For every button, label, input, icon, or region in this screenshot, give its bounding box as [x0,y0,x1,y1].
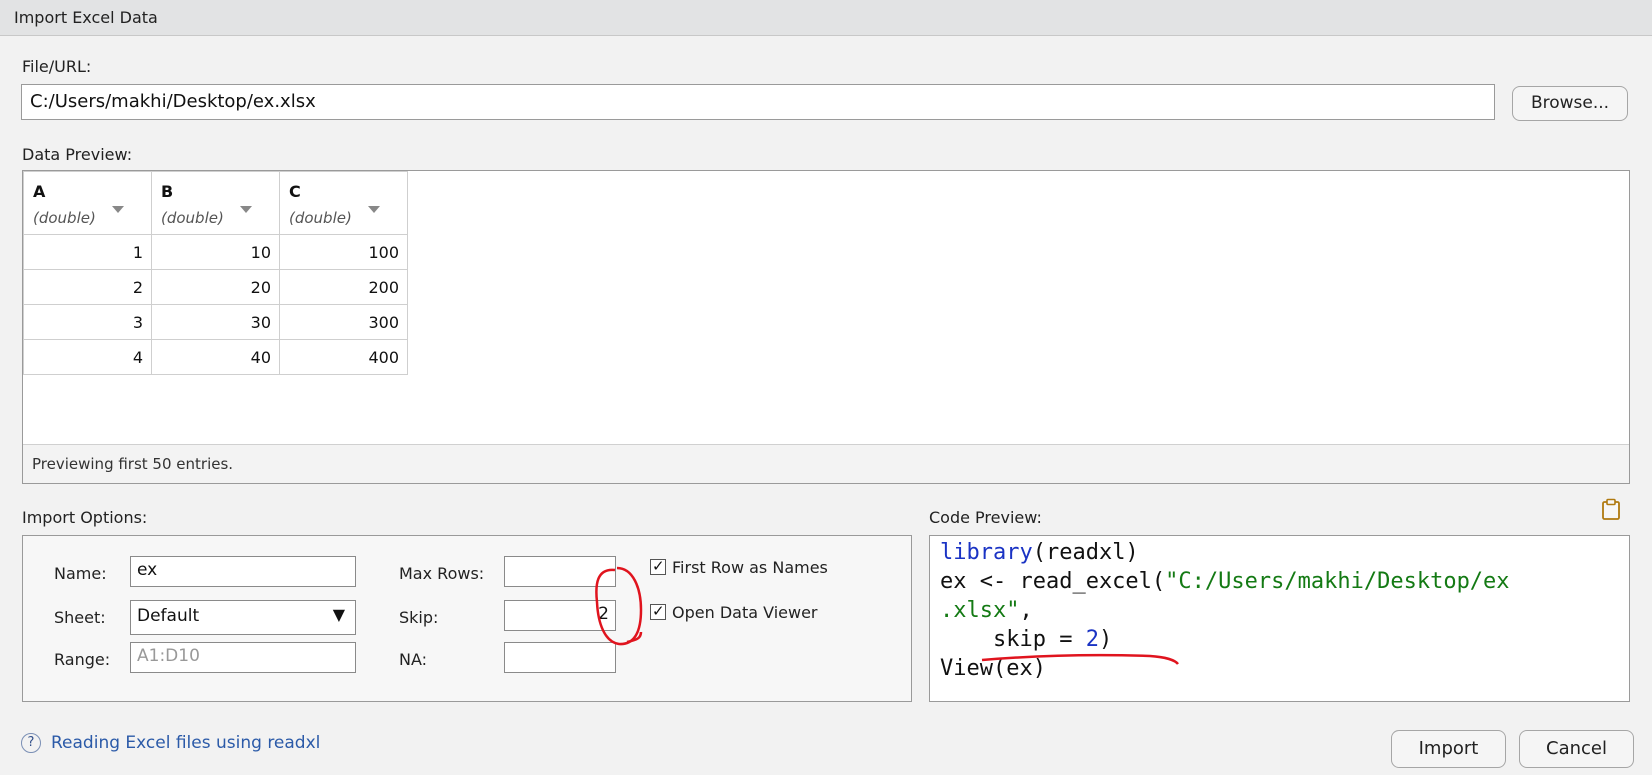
table-cell: 3 [23,304,152,340]
column-type-dropdown-icon[interactable] [368,206,380,213]
window-titlebar: Import Excel Data [0,0,1652,36]
preview-table: A (double) B (double) C (double) 1 10 10… [23,171,408,375]
preview-footer-text: Previewing first 50 entries. [32,455,234,473]
column-header-a[interactable]: A (double) [23,171,152,235]
sheet-selected-value: Default [137,606,200,626]
code-line-4: skip = 2) [940,627,1113,652]
table-cell: 1 [23,234,152,270]
table-row: 3 30 300 [23,304,408,340]
column-header-c[interactable]: C (double) [279,171,408,235]
first-row-label: First Row as Names [672,558,828,577]
table-cell: 100 [279,234,408,270]
open-viewer-label: Open Data Viewer [672,603,818,622]
table-cell: 200 [279,269,408,305]
column-type-dropdown-icon[interactable] [112,206,124,213]
skip-annotation-underline [981,653,1179,665]
max-rows-label: Max Rows: [399,564,485,583]
file-url-input[interactable]: C:/Users/makhi/Desktop/ex.xlsx [21,84,1495,120]
table-cell: 20 [151,269,280,305]
table-cell: 40 [151,339,280,375]
cancel-button[interactable]: Cancel [1519,730,1634,768]
code-line-3: .xlsx", [940,598,1033,623]
import-options-panel: Name: ex Sheet: Default ▼ Range: A1:D10 … [22,535,912,702]
code-preview-panel: library(readxl) ex <- read_excel("C:/Use… [929,535,1630,702]
sheet-select[interactable]: Default ▼ [130,600,356,635]
window-title: Import Excel Data [14,8,158,27]
table-cell: 2 [23,269,152,305]
table-cell: 10 [151,234,280,270]
table-row: 2 20 200 [23,269,408,305]
table-cell: 4 [23,339,152,375]
table-cell: 30 [151,304,280,340]
table-row: 4 40 400 [23,339,408,375]
import-button[interactable]: Import [1391,730,1506,768]
table-row: 1 10 100 [23,234,408,270]
help-icon: ? [21,733,41,753]
code-preview-label: Code Preview: [929,508,1042,527]
sheet-label: Sheet: [54,608,106,627]
code-line-2: ex <- read_excel("C:/Users/makhi/Desktop… [940,569,1510,594]
preview-footer: Previewing first 50 entries. [23,444,1629,483]
table-cell: 400 [279,339,408,375]
column-header-b[interactable]: B (double) [151,171,280,235]
data-preview-grid: A (double) B (double) C (double) 1 10 10… [22,170,1630,484]
name-label: Name: [54,564,107,583]
data-preview-label: Data Preview: [22,145,133,164]
dropdown-arrow-icon: ▼ [332,605,345,624]
range-label: Range: [54,650,111,669]
skip-label: Skip: [399,608,439,627]
table-cell: 300 [279,304,408,340]
column-type-dropdown-icon[interactable] [240,206,252,213]
range-placeholder: A1:D10 [137,646,200,666]
file-url-label: File/URL: [22,57,92,76]
na-label: NA: [399,650,428,669]
browse-button[interactable]: Browse... [1512,86,1628,121]
import-options-label: Import Options: [22,508,148,527]
range-input[interactable]: A1:D10 [130,642,356,673]
readxl-help-link[interactable]: Reading Excel files using readxl [51,733,320,753]
clipboard-icon[interactable] [1601,498,1621,520]
skip-annotation-circle [595,566,643,646]
name-input[interactable]: ex [130,556,356,587]
code-line-1: library(readxl) [940,540,1139,565]
